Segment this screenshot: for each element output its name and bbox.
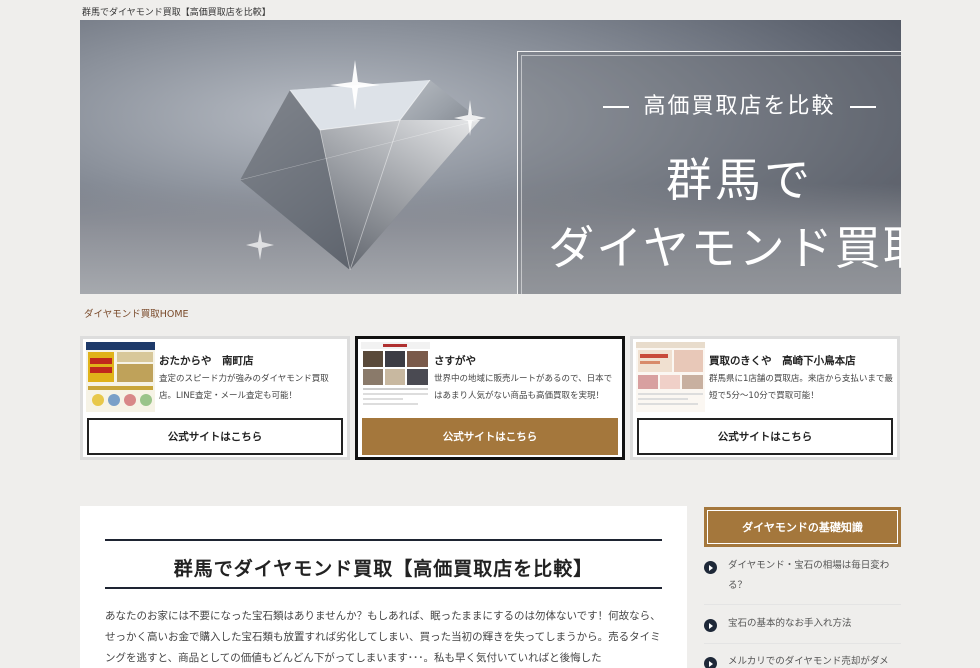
article-body: あなたのお家には不要になった宝石類はありませんか？もしあれば、眠ったままにするの…: [105, 610, 661, 664]
sidebar-divider: [704, 604, 901, 605]
shop-description: 世界中の地域に販売ルートがあるので、日本ではあまり人気がない商品も高価買取を実現…: [434, 374, 613, 401]
shop-card-kikuya: 買取のきくや 高崎下小鳥本店 群馬県に1店舗の買取店。来店から支払いまで最短で5…: [630, 336, 900, 460]
heading-rule-bottom: [105, 587, 662, 589]
sidebar-link-care[interactable]: 宝石の基本的なお手入れ方法: [704, 614, 901, 634]
shop-card-sasugaya: さすがや 世界中の地域に販売ルートがあるので、日本ではあまり人気がない商品も高価…: [355, 336, 625, 460]
heading-rule-top: [105, 539, 662, 541]
shop-thumbnail[interactable]: [361, 342, 430, 412]
shop-name: さすがや: [434, 355, 476, 367]
sidebar-divider: [704, 643, 901, 644]
shop-description: 査定のスピード力が強みのダイヤモンド買取店。LINE査定・メール査定も可能！: [159, 374, 329, 401]
official-site-button[interactable]: 公式サイトはこちら: [87, 418, 343, 455]
sidebar-link-label: メルカリでのダイヤモンド売却がダメ: [728, 656, 889, 667]
article-heading: 群馬でダイヤモンド買取【高価買取店を比較】: [173, 558, 594, 580]
chevron-right-icon: [704, 619, 717, 632]
chevron-right-icon: [704, 657, 717, 668]
shop-thumbnail[interactable]: [636, 342, 705, 412]
sidebar-link-label: 宝石の基本的なお手入れ方法: [728, 618, 852, 629]
hero-title-line2: ダイヤモンド買取: [548, 221, 901, 275]
sidebar-link-price[interactable]: ダイヤモンド・宝石の相場は毎日変わる？: [704, 556, 901, 596]
sidebar-link-label: ダイヤモンド・宝石の相場は毎日変わる？: [728, 560, 890, 591]
dash-left: [603, 106, 630, 108]
shop-name: 買取のきくや 高崎下小鳥本店: [709, 355, 856, 367]
official-site-button[interactable]: 公式サイトはこちら: [362, 418, 618, 455]
hero-title-line1: 群馬で: [666, 153, 813, 207]
hero-title-box: 高価買取店を比較 群馬で ダイヤモンド買取: [517, 51, 901, 294]
official-site-button[interactable]: 公式サイトはこちら: [637, 418, 893, 455]
breadcrumb-home-link[interactable]: ダイヤモンド買取HOME: [84, 306, 189, 320]
shop-card-otakaraya: おたからや 南町店 査定のスピード力が強みのダイヤモンド買取店。LINE査定・メ…: [80, 336, 350, 460]
diamond-image: [239, 60, 486, 271]
dash-right: [849, 106, 876, 108]
shop-thumbnail[interactable]: [86, 342, 155, 412]
sidebar-heading: ダイヤモンドの基礎知識: [704, 507, 901, 547]
shop-name: おたからや 南町店: [159, 355, 254, 367]
article-main: 群馬でダイヤモンド買取【高価買取店を比較】 あなたのお家には不要になった宝石類は…: [80, 506, 687, 668]
site-title[interactable]: 群馬でダイヤモンド買取【高価買取店を比較】: [82, 5, 271, 18]
hero-subtitle-text: 高価買取店を比較: [643, 94, 836, 119]
sidebar-link-mercari[interactable]: メルカリでのダイヤモンド売却がダメ: [704, 652, 901, 668]
hero-banner: 高価買取店を比較 群馬で ダイヤモンド買取: [80, 20, 901, 294]
shop-description: 群馬県に1店舗の買取店。来店から支払いまで最短で5分〜10分で買取可能！: [709, 374, 893, 401]
hero-subtitle: 高価買取店を比較: [518, 88, 901, 120]
chevron-right-icon: [704, 561, 717, 574]
